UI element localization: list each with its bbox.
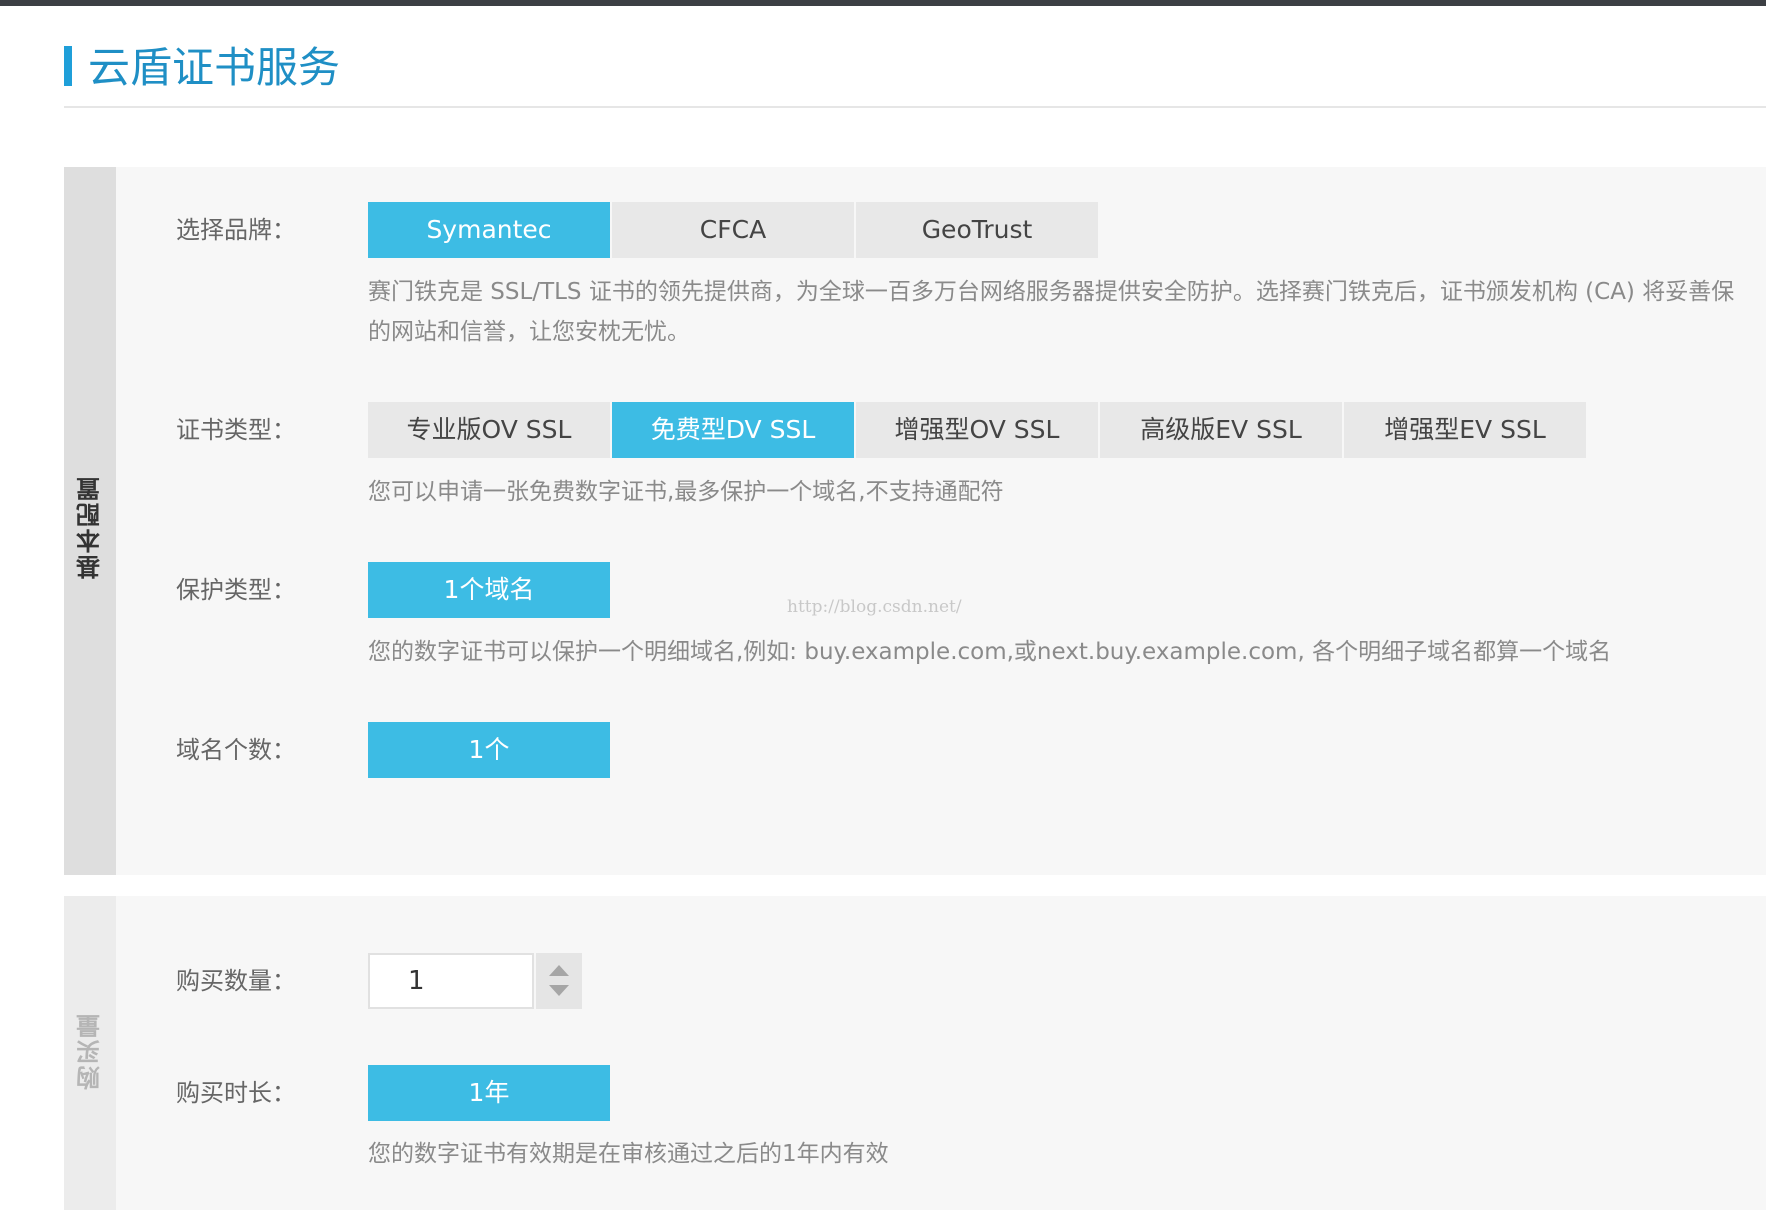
cert-type-option-free-dv[interactable]: 免费型DV SSL bbox=[612, 402, 854, 458]
quantity-stepper-buttons bbox=[536, 953, 582, 1009]
cert-type-option-enhanced-ev[interactable]: 增强型EV SSL bbox=[1344, 402, 1586, 458]
purchase-sidebar: 购买量 bbox=[64, 896, 116, 1210]
brand-label: 选择品牌： bbox=[176, 216, 296, 244]
duration-description: 您的数字证书有效期是在审核通过之后的1年内有效 bbox=[368, 1141, 889, 1167]
brand-options: Symantec CFCA GeoTrust bbox=[368, 202, 1100, 258]
domain-count-label: 域名个数： bbox=[176, 736, 296, 764]
purchase-label: 购买量 bbox=[76, 1012, 105, 1090]
cert-type-option-enhanced-ov[interactable]: 增强型OV SSL bbox=[856, 402, 1098, 458]
title-accent-bar bbox=[64, 46, 72, 86]
protect-type-options: 1个域名 bbox=[368, 562, 612, 618]
decrement-arrow-icon[interactable] bbox=[549, 985, 569, 996]
basic-config-label: 基本配置 bbox=[76, 475, 105, 579]
cert-type-description: 您可以申请一张免费数字证书,最多保护一个域名,不支持通配符 bbox=[368, 479, 1004, 505]
quantity-label: 购买数量： bbox=[176, 967, 296, 995]
cert-type-option-pro-ov[interactable]: 专业版OV SSL bbox=[368, 402, 610, 458]
increment-arrow-icon[interactable] bbox=[549, 965, 569, 976]
brand-option-geotrust[interactable]: GeoTrust bbox=[856, 202, 1098, 258]
quantity-stepper: 1 bbox=[368, 953, 582, 1009]
top-bar bbox=[0, 0, 1766, 6]
page-header: 云盾证书服务 bbox=[64, 38, 1766, 108]
brand-description-line2: 的网站和信誉，让您安枕无忧。 bbox=[368, 319, 690, 345]
duration-options: 1年 bbox=[368, 1065, 612, 1121]
watermark: http://blog.csdn.net/ bbox=[787, 597, 962, 617]
quantity-input[interactable]: 1 bbox=[368, 953, 534, 1009]
domain-count-option-1[interactable]: 1个 bbox=[368, 722, 610, 778]
cert-type-options: 专业版OV SSL 免费型DV SSL 增强型OV SSL 高级版EV SSL … bbox=[368, 402, 1588, 458]
basic-config-sidebar: 基本配置 bbox=[64, 167, 116, 875]
basic-config-section: 基本配置 选择品牌： Symantec CFCA GeoTrust 赛门铁克是 … bbox=[64, 167, 1766, 875]
page-title: 云盾证书服务 bbox=[88, 43, 341, 92]
protect-type-label: 保护类型： bbox=[176, 576, 296, 604]
domain-count-options: 1个 bbox=[368, 722, 612, 778]
brand-option-cfca[interactable]: CFCA bbox=[612, 202, 854, 258]
brand-description-line1: 赛门铁克是 SSL/TLS 证书的领先提供商，为全球一百多万台网络服务器提供安全… bbox=[368, 279, 1735, 305]
cert-type-label: 证书类型： bbox=[176, 416, 296, 444]
brand-option-symantec[interactable]: Symantec bbox=[368, 202, 610, 258]
duration-label: 购买时长： bbox=[176, 1079, 296, 1107]
protect-type-option-1-domain[interactable]: 1个域名 bbox=[368, 562, 610, 618]
duration-option-1-year[interactable]: 1年 bbox=[368, 1065, 610, 1121]
purchase-section: 购买量 购买数量： 1 购买时长： 1年 您的数字证书有效期是在审核通过之后的1… bbox=[64, 896, 1766, 1210]
cert-type-option-advanced-ev[interactable]: 高级版EV SSL bbox=[1100, 402, 1342, 458]
protect-type-description: 您的数字证书可以保护一个明细域名,例如: buy.example.com,或ne… bbox=[368, 639, 1612, 665]
